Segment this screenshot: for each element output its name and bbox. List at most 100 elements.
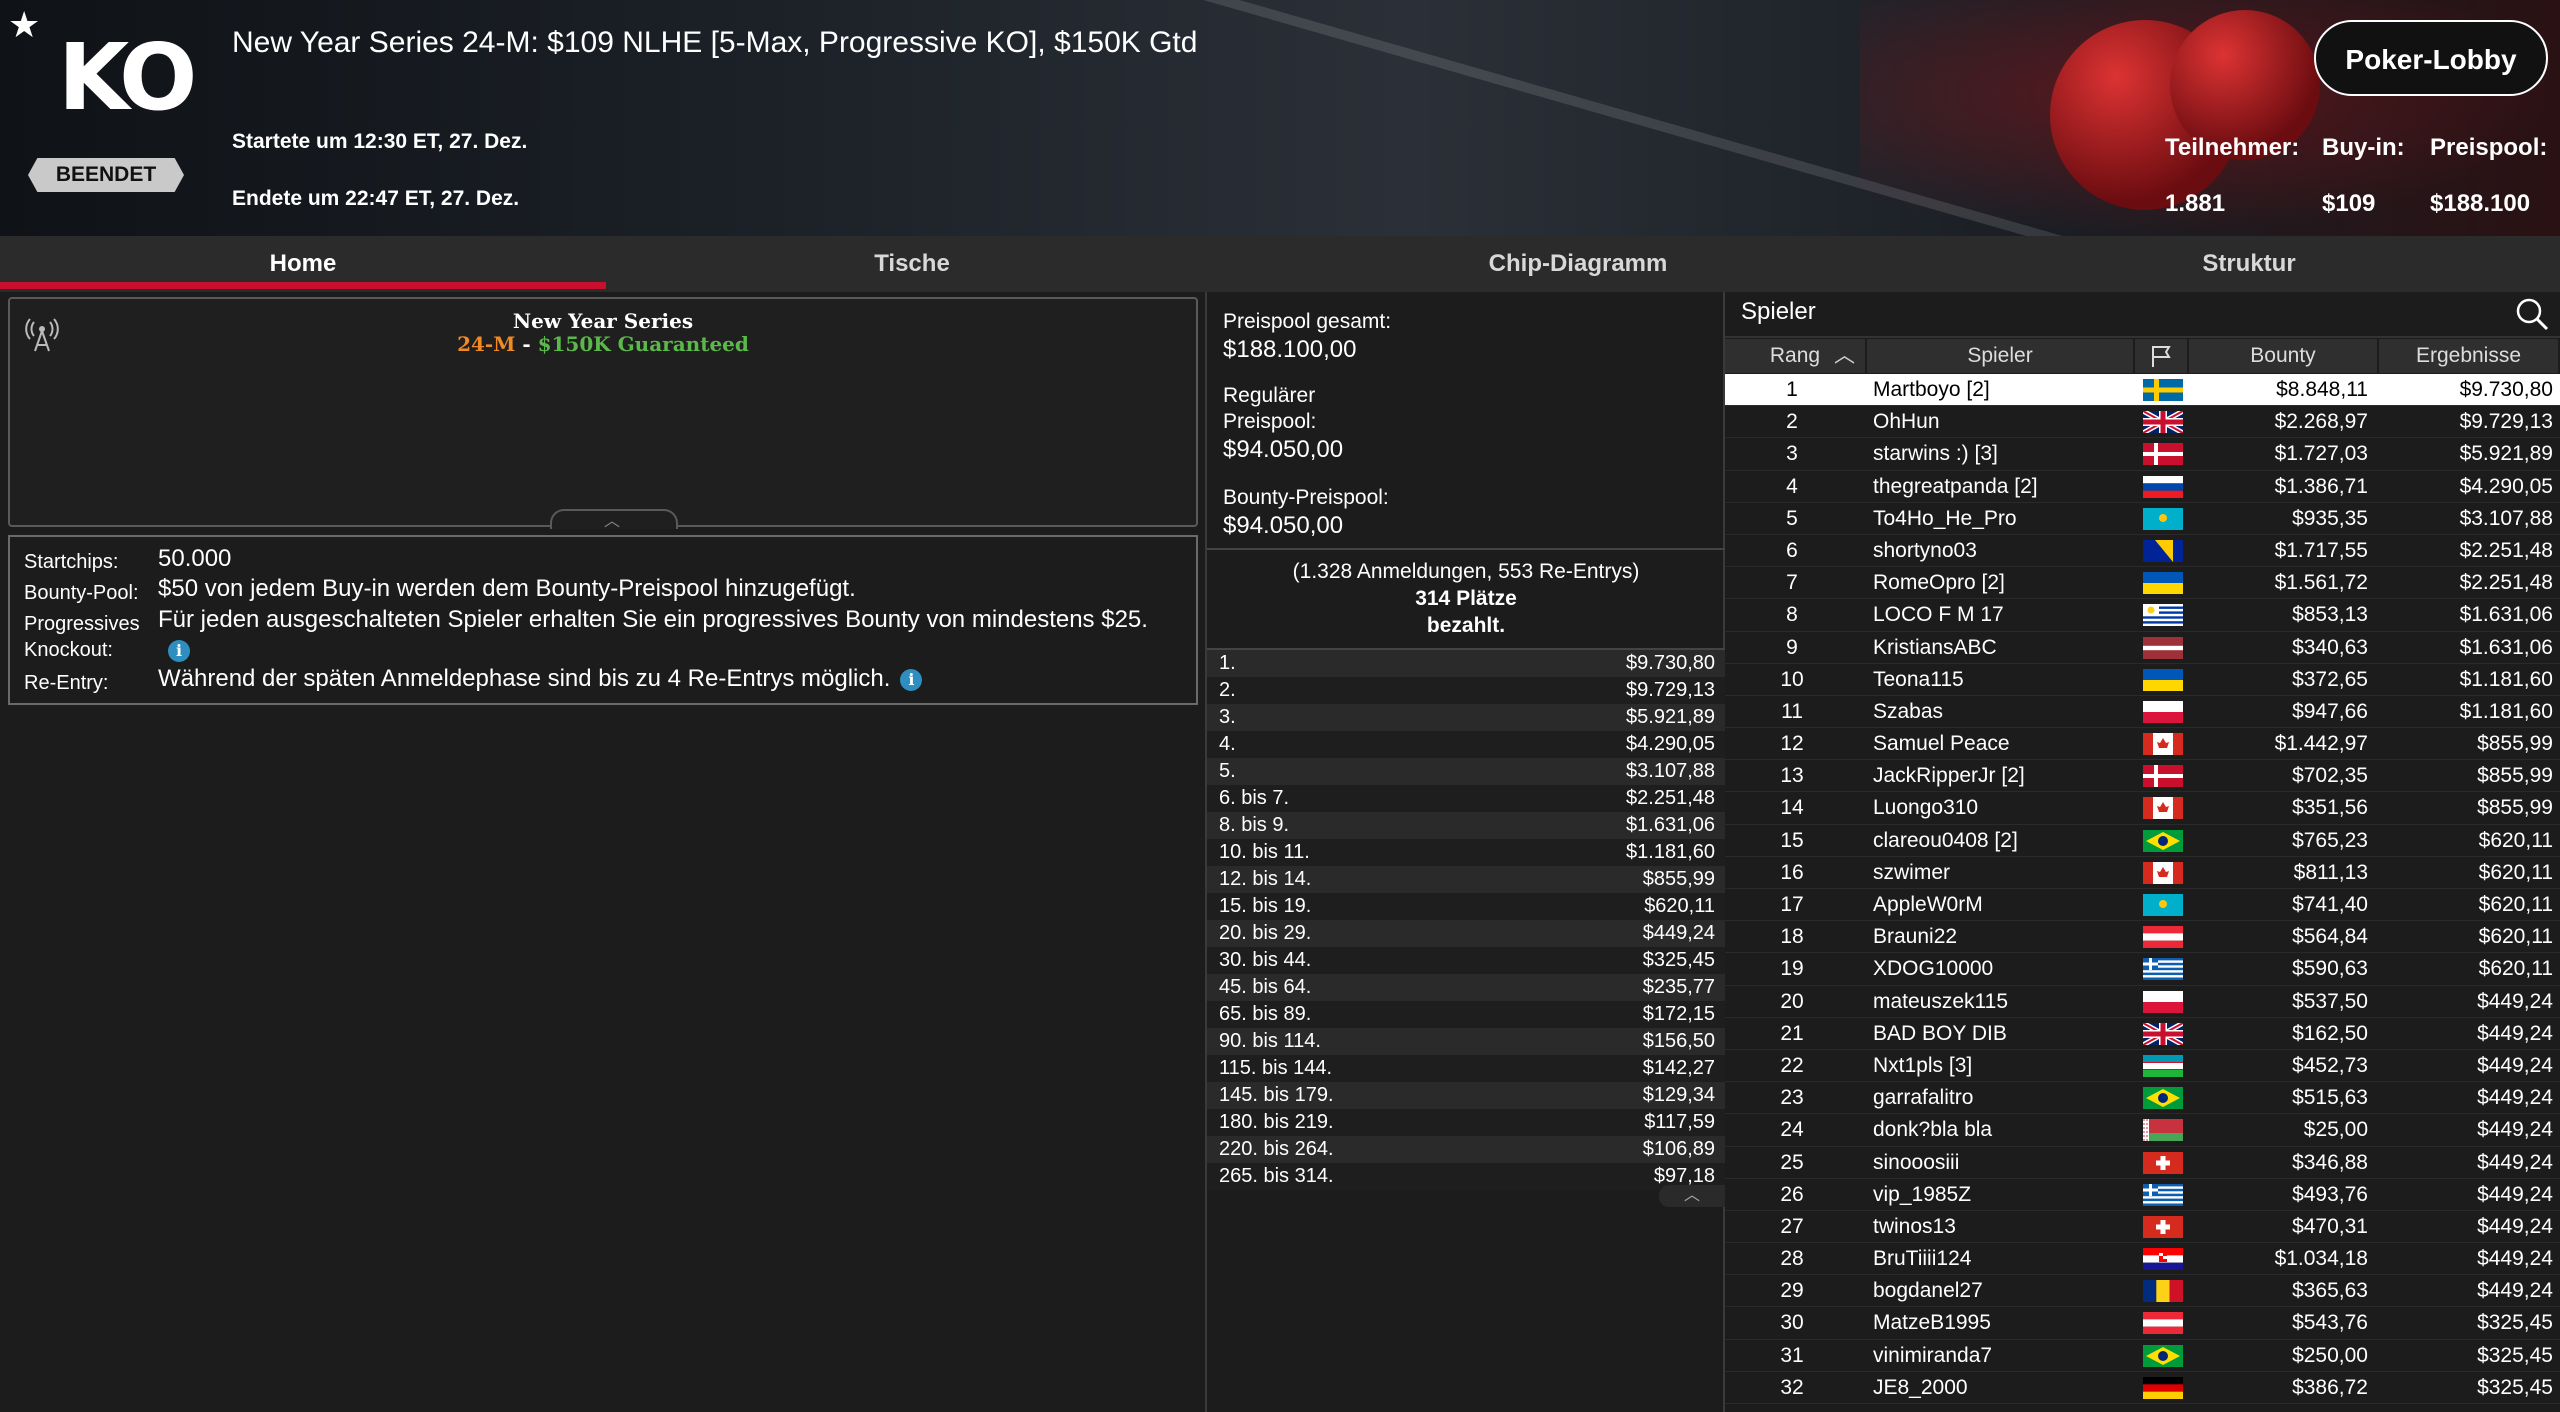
favorite-star-icon[interactable]: ★ [8, 4, 40, 46]
player-result: $449,24 [2477, 1247, 2553, 1271]
player-bounty: $346,88 [2292, 1150, 2368, 1174]
brazil-flag-icon [2143, 1344, 2183, 1367]
player-row[interactable]: 26 vip_1985Z $493,76 $449,24 [1725, 1179, 2560, 1211]
player-rank: 25 [1780, 1150, 1804, 1174]
player-rank: 3 [1786, 442, 1798, 466]
player-row[interactable]: 20 mateuszek115 $537,50 $449,24 [1725, 986, 2560, 1018]
austria-flag-icon [2143, 926, 2183, 949]
info-icon[interactable]: i [900, 668, 923, 691]
payout-place: 8. bis 9. [1219, 814, 1290, 836]
player-row[interactable]: 18 Brauni22 $564,84 $620,11 [1725, 921, 2560, 954]
bounty-prizepool-value: $94.050,00 [1223, 512, 1344, 539]
player-row[interactable]: 13 JackRipperJr [2] $702,35 $855,99 [1725, 760, 2560, 793]
latvia-flag-icon [2143, 636, 2183, 659]
player-name: BAD BOY DIB [1873, 1021, 2007, 1045]
player-row[interactable]: 3 starwins :) [3] $1.727,03 $5.921,89 [1725, 438, 2560, 471]
payout-place: 65. bis 89. [1219, 1003, 1312, 1025]
payout-amount: $156,50 [1642, 1030, 1715, 1052]
canada-flag-icon [2143, 797, 2183, 820]
player-row[interactable]: 23 garrafalitro $515,63 $449,24 [1725, 1082, 2560, 1115]
player-name: twinos13 [1873, 1214, 1956, 1238]
info-icon[interactable]: i [168, 639, 190, 662]
player-row[interactable]: 12 Samuel Peace $1.442,97 $855,99 [1725, 728, 2560, 761]
player-name: Teona115 [1873, 667, 1964, 691]
player-result: $855,99 [2477, 764, 2553, 788]
player-row[interactable]: 31 vinimiranda7 $250,00 $325,45 [1725, 1340, 2560, 1372]
column-header-player[interactable]: Spieler [1867, 339, 2135, 373]
player-row[interactable]: 32 JE8_2000 $386,72 $325,45 [1725, 1372, 2560, 1404]
player-row[interactable]: 22 Nxt1pls [3] $452,73 $449,24 [1725, 1050, 2560, 1083]
switzerland-flag-icon [2143, 1215, 2183, 1238]
payout-row: 12. bis 14. $855,99 [1207, 866, 1725, 893]
player-rank: 11 [1781, 699, 1803, 723]
player-rank: 7 [1786, 571, 1798, 595]
player-row[interactable]: 14 Luongo310 $351,56 $855,99 [1725, 792, 2560, 825]
romania-flag-icon [2143, 1280, 2183, 1303]
canada-flag-icon [2143, 861, 2183, 884]
player-name: To4Ho_He_Pro [1873, 506, 2017, 530]
player-row[interactable]: 11 Szabas $947,66 $1.181,60 [1725, 696, 2560, 729]
collapse-banner-handle[interactable]: ︿ [550, 509, 678, 530]
player-rank: 16 [1780, 860, 1804, 884]
tab-structure[interactable]: Struktur [1938, 236, 2560, 292]
player-row[interactable]: 21 BAD BOY DIB $162,50 $449,24 [1725, 1018, 2560, 1050]
player-result: $1.181,60 [2459, 699, 2553, 723]
player-result: $855,99 [2477, 796, 2553, 820]
column-header-results[interactable]: Ergebnisse [2379, 339, 2560, 373]
player-row[interactable]: 9 KristiansABC $340,63 $1.631,06 [1725, 632, 2560, 664]
player-rank: 31 [1780, 1343, 1804, 1367]
tab-chip-chart[interactable]: Chip-Diagramm [1218, 236, 1938, 292]
player-row[interactable]: 28 BruTiiii124 $1.034,18 $449,24 [1725, 1243, 2560, 1276]
reentry-value: Während der späten Anmeldephase sind bis… [158, 665, 923, 693]
player-row[interactable]: 6 shortyno03 $1.717,55 $2.251,48 [1725, 535, 2560, 568]
search-icon[interactable] [2514, 296, 2550, 332]
player-row[interactable]: 16 szwimer $811,13 $620,11 [1725, 857, 2560, 889]
player-row[interactable]: 17 AppleW0rM $741,40 $620,11 [1725, 889, 2560, 922]
player-name: OhHun [1873, 410, 1940, 434]
ukraine-flag-icon [2143, 572, 2183, 595]
poker-lobby-button[interactable]: Poker-Lobby [2314, 20, 2548, 96]
player-row[interactable]: 25 sinooosiii $346,88 $449,24 [1725, 1147, 2560, 1179]
player-rank: 20 [1780, 989, 1804, 1013]
player-row[interactable]: 30 MatzeB1995 $543,76 $325,45 [1725, 1307, 2560, 1340]
player-rank: 5 [1786, 506, 1798, 530]
payout-row: 2. $9.729,13 [1207, 677, 1725, 704]
player-rank: 32 [1780, 1375, 1804, 1399]
tournament-details: Startchips: 50.000 Bounty-Pool: $50 von … [8, 535, 1198, 705]
payout-place: 3. [1219, 706, 1236, 728]
player-row[interactable]: 5 To4Ho_He_Pro $935,35 $3.107,88 [1725, 503, 2560, 535]
player-row[interactable]: 7 RomeOpro [2] $1.561,72 $2.251,48 [1725, 567, 2560, 600]
player-result: $855,99 [2477, 732, 2553, 756]
payout-amount: $106,89 [1642, 1138, 1715, 1160]
player-row[interactable]: 4 thegreatpanda [2] $1.386,71 $4.290,05 [1725, 471, 2560, 503]
germany-flag-icon [2143, 1376, 2183, 1399]
collapse-payouts-button[interactable]: ︿ [1659, 1185, 1725, 1207]
column-header-rank[interactable]: Rang ︿ [1725, 339, 1867, 373]
payout-place: 145. bis 179. [1219, 1084, 1334, 1106]
payout-place: 45. bis 64. [1219, 976, 1312, 998]
player-row[interactable]: 10 Teona115 $372,65 $1.181,60 [1725, 664, 2560, 696]
player-row[interactable]: 24 donk?bla bla $25,00 $449,24 [1725, 1114, 2560, 1147]
payout-place: 15. bis 19. [1219, 895, 1312, 917]
column-header-flag[interactable] [2135, 339, 2189, 373]
column-header-bounty[interactable]: Bounty [2189, 339, 2379, 373]
player-row[interactable]: 8 LOCO F M 17 $853,13 $1.631,06 [1725, 599, 2560, 632]
payout-row: 90. bis 114. $156,50 [1207, 1028, 1725, 1055]
player-row[interactable]: 15 clareou0408 [2] $765,23 $620,11 [1725, 825, 2560, 857]
player-row[interactable]: 29 bogdanel27 $365,63 $449,24 [1725, 1275, 2560, 1308]
payout-row: 3. $5.921,89 [1207, 704, 1725, 731]
divider [1207, 548, 1725, 550]
entries-summary: (1.328 Anmeldungen, 553 Re-Entrys) [1292, 560, 1640, 583]
player-row[interactable]: 19 XDOG10000 $590,63 $620,11 [1725, 953, 2560, 986]
buyin-value: $109 [2322, 190, 2376, 217]
player-name: vip_1985Z [1873, 1182, 1972, 1206]
places-paid: 314 Plätze [1415, 587, 1517, 610]
payout-amount: $3.107,88 [1626, 760, 1715, 782]
tab-tables[interactable]: Tische [606, 236, 1218, 292]
payout-amount: $172,15 [1642, 1003, 1715, 1025]
player-rank: 17 [1780, 893, 1804, 916]
player-row[interactable]: 27 twinos13 $470,31 $449,24 [1725, 1211, 2560, 1244]
player-row[interactable]: 1 Martboyo [2] $8.848,11 $9.730,80 [1725, 374, 2560, 407]
player-row[interactable]: 2 OhHun $2.268,97 $9.729,13 [1725, 406, 2560, 439]
player-name: Samuel Peace [1873, 732, 2010, 756]
